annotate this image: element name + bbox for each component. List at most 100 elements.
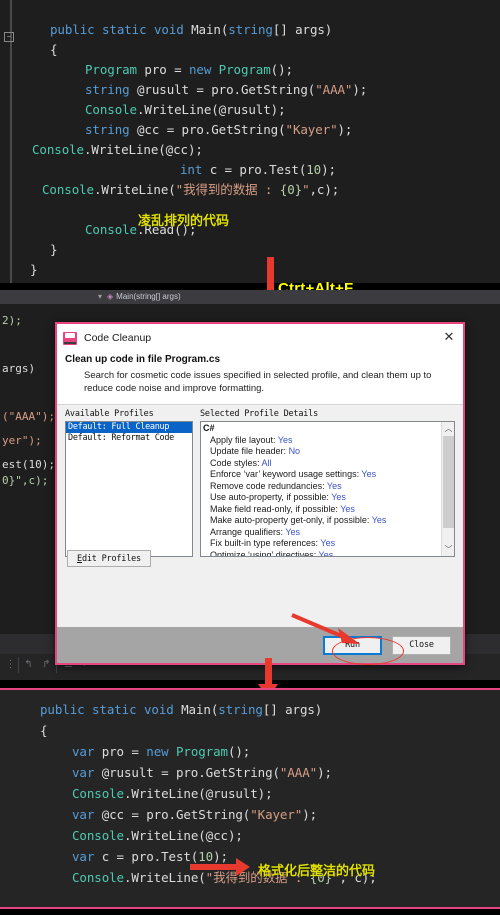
code-token: pro = [101,744,147,759]
code-line: Console.WriteLine(@cc); [0,140,367,160]
code-token: pro = [136,62,189,77]
close-icon[interactable]: ✕ [442,331,456,345]
details-row-label: Enforce ‘var’ keyword usage settings: [210,469,362,479]
code-line: string @rusult = pro.GetString("AAA"); [0,80,367,100]
details-row: Remove code redundancies: Yes [203,481,440,493]
code-token: args) [2,362,36,375]
code-editor-before: − public static void Main(string[] args)… [0,0,500,283]
code-token: GetString [240,82,308,97]
background-code-line: 2); [2,314,22,328]
available-profiles-listbox[interactable]: Default: Full Cleanup Default: Reformat C… [65,421,193,557]
edit-profiles-label: dit Profiles [81,553,141,564]
annotation-messy-code: 凌乱排列的代码 [138,214,230,229]
scroll-down-icon[interactable]: ﹀ [442,543,454,556]
code-token: var [72,849,102,864]
details-row: Make field read-only, if possible: Yes [203,504,440,516]
profile-list-item[interactable]: Default: Full Cleanup [66,422,192,433]
code-token: {0} [279,182,303,197]
details-row: Arrange qualifiers: Yes [203,527,440,539]
code-token: Console [85,102,137,117]
code-line: Console.WriteLine(@cc); [0,826,377,847]
code-token: est(10); [2,458,55,471]
code-token: yer"); [2,434,42,447]
details-row-value: Yes [361,469,377,479]
code-token: .WriteLine( [93,182,176,197]
background-code-line: est(10); [2,458,55,472]
code-token: var [72,807,102,822]
code-editor-after: public static void Main(string[] args) { v… [0,690,500,907]
details-row-value: No [288,446,301,456]
details-scrollbar[interactable]: ︿ ﹀ [441,422,454,556]
toolbar-divider [18,657,19,673]
details-row-value: Yes [340,503,355,514]
code-token: Console [72,786,124,801]
code-line: string @cc = pro.GetString("Kayer"); [0,120,367,140]
details-row-label: Update file header: [210,446,289,456]
details-row-value: Yes [331,492,346,502]
code-line: var @rusult = pro.GetString("AAA"); [0,763,377,784]
code-token: } [50,242,58,257]
details-row-label: Optimize ‘using’ directives: [210,549,319,557]
background-code-line: ("AAA"); [2,410,55,424]
details-row: Make auto-property get-only, if possible… [203,515,440,527]
dialog-header-section: Clean up code in file Program.cs Search … [57,352,463,404]
details-row-label: Arrange qualifiers: [210,526,286,537]
code-line: } [0,260,367,280]
scrollbar-thumb[interactable] [443,436,454,528]
undo-icon[interactable]: ↰ [22,659,35,671]
code-line: Console.WriteLine(@rusult); [0,784,377,805]
toolbar-dots-icon[interactable]: ⋮ [4,659,17,671]
profile-details-list: C# Apply file layout: Yes Update file head… [201,422,440,557]
dialog-titlebar: Code Cleanup ✕ [57,324,463,352]
code-token: Console [42,182,94,197]
code-cleanup-dialog: Code Cleanup ✕ Clean up code in file Pro… [55,322,465,665]
code-token: Program [218,62,271,77]
code-token: [] args) [262,702,323,717]
chevron-down-icon[interactable]: ▾ [98,292,102,301]
code-line: Console.WriteLine(@rusult); [0,100,367,120]
details-row: Optimize ‘using’ directives: Yes [203,549,440,557]
details-row: Enforce ‘var’ keyword usage settings: Ye… [203,469,440,481]
code-token: @rusult = pro. [129,82,241,97]
code-token: .WriteLine(@cc); [123,828,243,843]
code-token: "AAA" [279,765,318,780]
code-token: static [91,702,144,717]
details-row: Fix built-in type references: Yes [203,538,440,550]
code-line: public static void Main(string[] args) [0,700,377,721]
background-code-line: args) [2,362,35,376]
edit-profiles-button[interactable]: Edit Profiles [67,550,151,567]
code-token: Program [85,62,137,77]
code-token: new [188,62,219,77]
code-token: Program [175,744,228,759]
details-row-value: Yes [320,538,336,548]
details-row: Update file header: No [203,446,440,458]
code-token: string [228,22,273,37]
code-token: Main [181,702,211,717]
redo-icon[interactable]: ↱ [40,659,53,671]
details-row-label: Code styles: [210,457,262,468]
code-token: Console [85,222,137,237]
close-button[interactable]: Close [392,635,451,655]
selected-profile-details-column: Selected Profile Details C# Apply file la… [200,409,455,557]
navbar-member-label: Main(string[] args) [116,292,181,301]
code-token: ); [321,162,336,177]
dialog-heading: Clean up code in file Program.cs [65,354,221,365]
profile-list-item[interactable]: Default: Reformat Code [66,433,192,444]
details-row-value: Yes [277,434,293,445]
editor-navigation-bar[interactable]: ▾ ◈ Main(string[] args) [0,290,500,304]
code-token: string [85,82,130,97]
details-row-label: Make field read-only, if possible: [210,503,341,514]
code-token: Console [72,870,124,885]
dialog-description: Search for cosmetic code issues specifie… [84,370,432,394]
scroll-up-icon[interactable]: ︿ [442,422,454,435]
background-code-line: 0}",c); [2,474,48,488]
code-token: ("AAA"); [2,410,55,423]
code-line: { [0,721,377,742]
code-token: Main [191,22,221,37]
code-token: Console [32,142,84,157]
profile-details-box: C# Apply file layout: Yes Update file head… [200,421,455,557]
code-token: Console [72,828,124,843]
divider-line-bottom [0,907,500,909]
code-token: c = pro.Test( [101,849,199,864]
dialog-body: Available Profiles Default: Full Cleanup… [57,405,463,573]
